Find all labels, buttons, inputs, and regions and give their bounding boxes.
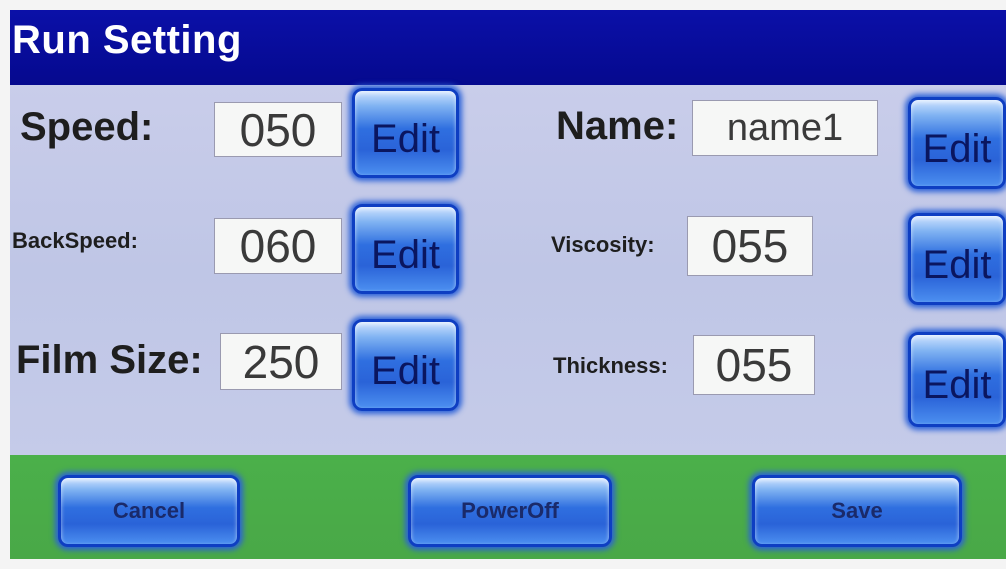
save-button[interactable]: Save <box>752 475 962 547</box>
viscosity-field[interactable]: 055 <box>687 216 813 276</box>
backspeed-edit-button[interactable]: Edit <box>352 204 459 294</box>
page-title: Run Setting <box>12 18 242 62</box>
backspeed-label: BackSpeed: <box>12 228 138 253</box>
backspeed-edit-label: Edit <box>371 232 440 277</box>
settings-panel: Speed: 050 Edit BackSpeed: 060 Edit Film… <box>10 85 1006 455</box>
backspeed-field[interactable]: 060 <box>214 218 342 274</box>
viscosity-label: Viscosity: <box>551 232 655 257</box>
cancel-button[interactable]: Cancel <box>58 475 240 547</box>
hmi-screen: Run Setting Speed: 050 Edit BackSpeed: 0… <box>10 10 1006 559</box>
film-size-field[interactable]: 250 <box>220 333 342 390</box>
speed-field[interactable]: 050 <box>214 102 342 157</box>
footer-bar: Cancel PowerOff Save <box>10 455 1006 559</box>
film-size-edit-button[interactable]: Edit <box>352 319 459 411</box>
poweroff-button[interactable]: PowerOff <box>408 475 612 547</box>
film-size-label: Film Size: <box>16 338 203 382</box>
name-field[interactable]: name1 <box>692 100 878 156</box>
speed-edit-label: Edit <box>371 116 440 161</box>
speed-edit-button[interactable]: Edit <box>352 88 459 178</box>
thickness-edit-button[interactable]: Edit <box>908 332 1006 427</box>
thickness-label: Thickness: <box>553 353 668 378</box>
thickness-edit-label: Edit <box>922 363 992 407</box>
name-edit-button[interactable]: Edit <box>908 97 1006 189</box>
viscosity-edit-button[interactable]: Edit <box>908 213 1006 305</box>
name-label: Name: <box>556 104 679 148</box>
title-bar: Run Setting <box>10 10 1006 85</box>
speed-label: Speed: <box>20 105 154 149</box>
viscosity-edit-label: Edit <box>922 242 992 287</box>
film-size-edit-label: Edit <box>371 348 440 393</box>
name-edit-label: Edit <box>922 126 992 171</box>
thickness-field[interactable]: 055 <box>693 335 815 395</box>
